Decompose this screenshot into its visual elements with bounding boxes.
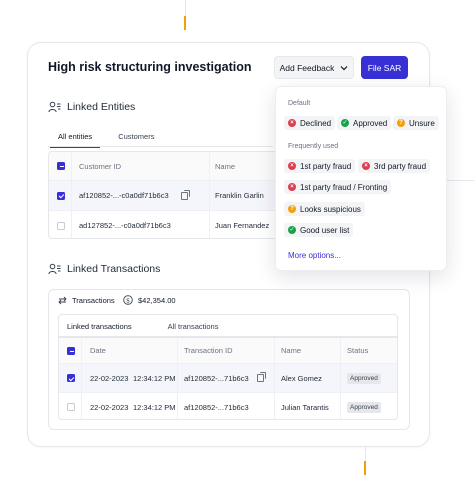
feedback-option-approved[interactable]: ✓ Approved	[337, 116, 392, 130]
table-row[interactable]: 22-02-2023 12:34:12 PM af120852-...71b6c…	[59, 392, 397, 419]
chevron-down-icon	[340, 65, 348, 70]
feedback-option-good-user-list[interactable]: ✓ Good user list	[284, 223, 354, 237]
users-list-icon	[48, 263, 61, 275]
table-row[interactable]: ad127852-...-c0a0df71b6c3 Juan Fernandez	[49, 210, 278, 238]
dollar-circle-icon: $	[123, 295, 133, 305]
linked-entities-title: Linked Entities	[67, 101, 136, 113]
svg-text:$: $	[126, 297, 130, 304]
copy-icon[interactable]	[181, 189, 190, 200]
x-circle-icon: ×	[288, 183, 296, 191]
more-options-link[interactable]: More options...	[288, 251, 341, 260]
feedback-option-unsure[interactable]: ? Unsure	[393, 116, 439, 130]
feedback-option-looks-suspicious[interactable]: ? Looks suspicious	[284, 202, 365, 216]
select-all-checkbox[interactable]	[57, 162, 65, 170]
time-cell: 12:34:12 PM	[133, 402, 176, 412]
frequent-section-label: Frequently used	[288, 143, 339, 150]
file-sar-button[interactable]: File SAR	[361, 56, 408, 79]
transactions-table: Linked transactions All transactions Dat…	[58, 314, 398, 420]
option-label: 3rd party fraud	[374, 161, 427, 171]
column-header-date[interactable]: Date	[90, 338, 106, 363]
feedback-option-1st-party-fraud[interactable]: × 1st party fraud	[284, 159, 356, 173]
date-cell: 22-02-2023	[90, 373, 129, 383]
option-label: Looks suspicious	[300, 204, 361, 214]
option-label: Declined	[300, 118, 332, 128]
guide-line-bottom	[365, 447, 366, 461]
table-row[interactable]: af120852-...-c0a0df71b6c3 Franklin Garli…	[49, 180, 278, 210]
column-header-customer-id[interactable]: Customer ID	[79, 152, 121, 180]
guide-line-right	[447, 180, 474, 181]
option-label: Good user list	[300, 225, 350, 235]
table-row[interactable]: 22-02-2023 12:34:12 PM af120852-...71b6c…	[59, 363, 397, 392]
column-header-status[interactable]: Status	[347, 338, 368, 363]
linked-transactions-title: Linked Transactions	[67, 263, 161, 275]
option-label: 1st party fraud / Fronting	[300, 182, 388, 192]
question-circle-icon: ?	[288, 205, 296, 213]
x-circle-icon: ×	[362, 162, 370, 170]
status-badge: Approved	[347, 401, 381, 413]
column-header-name[interactable]: Name	[281, 338, 301, 363]
x-circle-icon: ×	[288, 162, 296, 170]
select-all-checkbox[interactable]	[67, 346, 75, 355]
feedback-option-3rd-party-fraud[interactable]: × 3rd party fraud	[358, 159, 431, 173]
time-cell: 12:34:12 PM	[133, 373, 176, 383]
swap-arrows-icon	[58, 296, 67, 305]
users-list-icon	[48, 101, 61, 113]
customer-name-cell: Juan Fernandez	[215, 221, 270, 230]
name-cell: Alex Gomez	[281, 373, 322, 383]
transaction-id-cell: af120852-...71b6c3	[184, 402, 249, 412]
table-header-row: Customer ID Name	[49, 152, 278, 180]
entity-tabs-divider	[48, 146, 273, 147]
transactions-amount: $42,354.00	[138, 295, 176, 305]
feedback-dropdown: Default × Declined ✓ Approved ? Unsure F…	[275, 86, 447, 271]
transactions-amount-stat: $ $42,354.00	[123, 295, 176, 305]
customer-id-cell: ad127852-...-c0a0df71b6c3	[79, 221, 171, 230]
default-section-label: Default	[288, 100, 311, 107]
option-label: 1st party fraud	[300, 161, 352, 171]
status-badge: Approved	[347, 372, 381, 384]
page-title: High risk structuring investigation	[48, 60, 252, 74]
linked-entities-heading: Linked Entities	[48, 101, 135, 113]
row-checkbox[interactable]	[57, 221, 65, 230]
table-header-row: Date Transaction ID Name Status	[59, 337, 397, 363]
transaction-id-cell: af120852-...71b6c3	[184, 373, 249, 383]
transactions-count-stat: Transactions	[58, 296, 115, 305]
check-circle-icon: ✓	[288, 226, 296, 234]
column-header-name[interactable]: Name	[215, 152, 235, 180]
linked-transactions-heading: Linked Transactions	[48, 263, 160, 275]
row-checkbox[interactable]	[57, 191, 65, 200]
option-label: Unsure	[409, 118, 435, 128]
guide-line-top	[185, 0, 186, 16]
feedback-option-declined[interactable]: × Declined	[284, 116, 336, 130]
customer-id-cell: af120852-...-c0a0df71b6c3	[79, 191, 169, 200]
question-circle-icon: ?	[397, 119, 405, 127]
add-feedback-button[interactable]: Add Feedback	[274, 56, 354, 79]
feedback-option-1st-party-fraud-fronting[interactable]: × 1st party fraud / Fronting	[284, 180, 392, 194]
accent-line-bottom	[364, 461, 366, 475]
row-checkbox[interactable]	[67, 403, 75, 411]
customer-name-cell: Franklin Garlin	[215, 191, 264, 200]
copy-icon[interactable]	[257, 372, 266, 382]
date-cell: 22-02-2023	[90, 402, 129, 412]
add-feedback-label: Add Feedback	[279, 62, 335, 73]
column-header-transaction-id[interactable]: Transaction ID	[184, 338, 233, 363]
x-circle-icon: ×	[288, 119, 296, 127]
transactions-label: Transactions	[72, 296, 115, 305]
check-circle-icon: ✓	[341, 119, 349, 127]
entities-table: Customer ID Name af120852-...-c0a0df71b6…	[48, 151, 278, 239]
row-checkbox[interactable]	[67, 374, 75, 382]
name-cell: Julian Tarantis	[281, 402, 329, 412]
option-label: Approved	[353, 118, 388, 128]
accent-line-top	[184, 16, 186, 30]
